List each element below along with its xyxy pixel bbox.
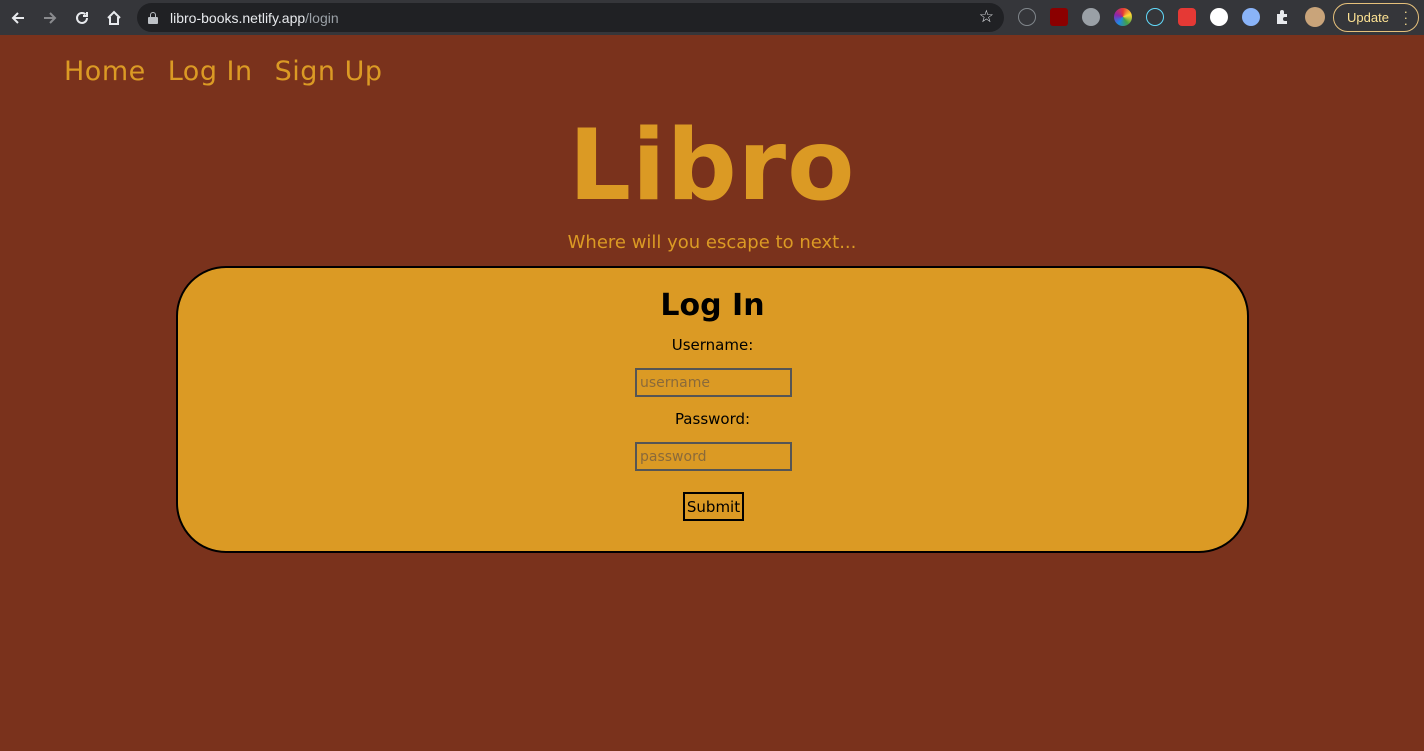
react-devtools-icon[interactable] [1146, 8, 1164, 26]
compass-icon[interactable] [1210, 8, 1228, 26]
brand-title: Libro [568, 109, 856, 223]
more-icon[interactable]: · · · [1404, 5, 1408, 30]
url-host: libro-books.netlify.app [170, 9, 306, 26]
password-label: Password: [674, 410, 751, 428]
star-icon[interactable]: ☆ [979, 7, 994, 27]
username-input[interactable] [635, 368, 792, 397]
address-bar[interactable]: libro-books.netlify.app/login ☆ [137, 3, 1004, 32]
sync-icon[interactable] [1018, 8, 1036, 26]
site-nav: Home Log In Sign Up [64, 56, 383, 87]
nav-signup-link[interactable]: Sign Up [275, 56, 383, 87]
circle-extension-icon[interactable] [1242, 8, 1260, 26]
update-button[interactable]: Update · · · [1333, 3, 1419, 32]
home-icon[interactable] [98, 0, 130, 35]
forward-icon[interactable] [34, 0, 66, 35]
nav-home-link[interactable]: Home [64, 56, 146, 87]
password-input[interactable] [635, 442, 792, 471]
profile-avatar[interactable] [1305, 7, 1325, 27]
browser-toolbar: libro-books.netlify.app/login ☆ Update ·… [0, 0, 1424, 35]
url-path: /login [305, 9, 339, 26]
video-extension-icon[interactable] [1178, 8, 1196, 26]
url-text: libro-books.netlify.app/login [170, 10, 339, 26]
login-title: Log In [660, 288, 765, 323]
submit-button[interactable]: Submit [683, 492, 744, 521]
ublock-icon[interactable] [1050, 8, 1068, 26]
update-label: Update [1347, 10, 1389, 25]
back-icon[interactable] [2, 0, 34, 35]
nav-login-link[interactable]: Log In [168, 56, 253, 87]
login-form: Log In Username: Password: Submit [176, 266, 1249, 553]
reload-icon[interactable] [66, 0, 98, 35]
octopus-icon[interactable] [1082, 8, 1100, 26]
username-label: Username: [671, 336, 754, 354]
tagline: Where will you escape to next... [567, 232, 857, 253]
extensions-icon[interactable] [1274, 9, 1290, 25]
lock-icon[interactable] [148, 11, 158, 24]
color-picker-icon[interactable] [1114, 8, 1132, 26]
